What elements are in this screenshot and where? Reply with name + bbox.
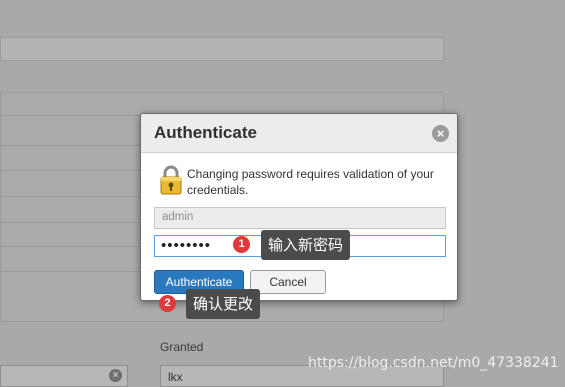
close-icon[interactable]: × bbox=[432, 125, 449, 142]
dialog-message: Changing password requires validation of… bbox=[187, 167, 434, 197]
step-tooltip-2: 确认更改 bbox=[186, 289, 261, 319]
background-header-bar bbox=[0, 37, 444, 61]
username-field[interactable]: admin bbox=[154, 207, 446, 229]
lock-icon bbox=[160, 165, 182, 195]
background-divider bbox=[0, 271, 140, 272]
background-divider bbox=[0, 145, 140, 146]
step-tooltip-1: 输入新密码 bbox=[261, 230, 351, 260]
dialog-title: Authenticate bbox=[154, 123, 257, 142]
authenticate-dialog: Authenticate × Changing password require… bbox=[140, 113, 458, 301]
background-divider bbox=[0, 170, 140, 171]
clear-icon[interactable]: × bbox=[109, 369, 122, 382]
granted-label: Granted bbox=[160, 340, 204, 354]
background-divider bbox=[0, 246, 140, 247]
step-badge-2: 2 bbox=[159, 295, 176, 312]
background-divider bbox=[0, 115, 140, 116]
step-badge-1: 1 bbox=[233, 236, 250, 253]
background-divider bbox=[0, 196, 140, 197]
dialog-header: Authenticate × bbox=[141, 114, 457, 153]
watermark: https://blog.csdn.net/m0_47338241 bbox=[308, 355, 559, 371]
cancel-button[interactable]: Cancel bbox=[250, 270, 326, 294]
background-divider bbox=[0, 222, 140, 223]
